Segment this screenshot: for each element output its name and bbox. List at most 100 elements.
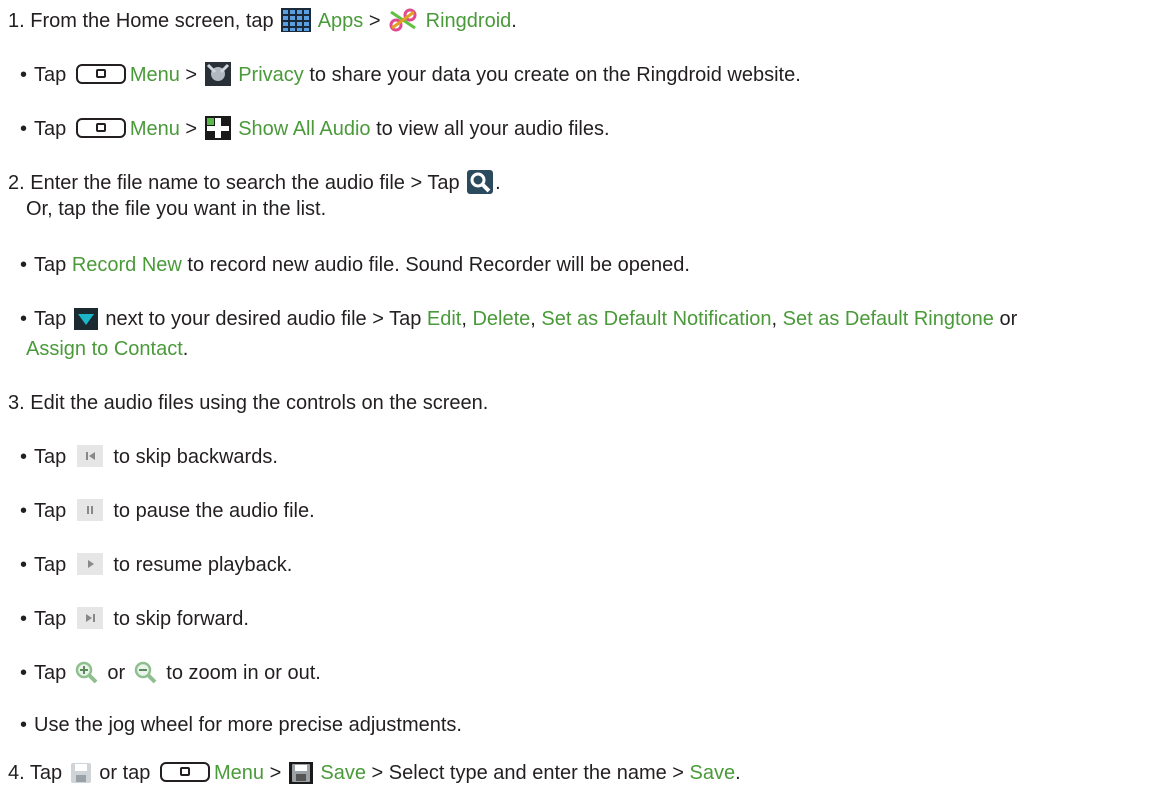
tap-word: Tap (34, 118, 67, 140)
period: . (735, 762, 741, 784)
or-word: or (107, 662, 126, 684)
step-number: 3. (8, 392, 25, 414)
separator: > (185, 64, 198, 86)
tap-word: Tap (34, 446, 67, 468)
step-2-sub-options: • Tap next to your desired audio file > T… (20, 306, 1017, 337)
tap-word: Tap (34, 254, 67, 276)
step-3-sub-zoom: • Tap or to zoom in or out. (20, 660, 321, 691)
step-1-sub-show-all: • Tap Menu > Show All Audio to view all y… (20, 116, 610, 147)
tap-word: Tap (29, 762, 63, 784)
dropdown-arrow-icon (73, 308, 98, 337)
save-link[interactable]: Save (320, 762, 366, 784)
bullet: • (20, 446, 28, 468)
step-text: > Select type and enter the name > (371, 762, 684, 784)
show-all-audio-link[interactable]: Show All Audio (238, 118, 370, 140)
bullet: • (20, 608, 28, 630)
save-icon (70, 762, 92, 791)
or-tap-text: or tap (99, 762, 151, 784)
step-3-sub-play: • Tap to resume playback. (20, 552, 292, 578)
bullet: • (20, 554, 28, 576)
step-1: 1. From the Home screen, tap Apps > Ring… (8, 8, 517, 39)
zoom-out-icon (133, 660, 159, 691)
sub-text: to view all your audio files. (376, 118, 610, 140)
menu-key-icon (75, 118, 126, 138)
step-number: 1. (8, 10, 25, 32)
menu-link[interactable]: Menu (214, 762, 264, 784)
bullet: • (20, 254, 28, 276)
sub-text: next to your desired audio file > Tap (105, 308, 422, 330)
apps-link[interactable]: Apps (318, 10, 364, 32)
sub-text: Use the jog wheel for more precise adjus… (34, 714, 462, 736)
separator: > (185, 118, 198, 140)
tap-word: Tap (34, 608, 67, 630)
step-text: Or, tap the file you want in the list. (26, 198, 327, 220)
assign-to-contact-link[interactable]: Assign to Contact (26, 338, 183, 360)
save-link-2[interactable]: Save (690, 762, 736, 784)
skip-backward-icon (76, 445, 103, 467)
step-2-sub-options-line-2: Assign to Contact. (26, 336, 188, 362)
separator: > (269, 762, 282, 784)
tap-word: Tap (34, 500, 67, 522)
save-icon (288, 762, 313, 791)
ringdroid-link[interactable]: Ringdroid (426, 10, 512, 32)
tap-word: Tap (34, 64, 67, 86)
zoom-in-icon (74, 660, 100, 691)
menu-key-icon (159, 762, 210, 782)
sub-text: to skip forward. (113, 608, 249, 630)
search-icon (467, 170, 494, 201)
sub-text: to skip backwards. (113, 446, 278, 468)
skip-forward-icon (76, 607, 103, 629)
sub-text: to share your data you create on the Rin… (309, 64, 801, 86)
bullet: • (20, 714, 28, 736)
step-4: 4. Tap or tap Menu > Save > Select type … (8, 760, 741, 791)
menu-link[interactable]: Menu (130, 64, 180, 86)
pause-icon (76, 499, 103, 521)
instruction-page: 1. From the Home screen, tap Apps > Ring… (0, 0, 1157, 791)
period: . (495, 172, 501, 194)
show-all-audio-icon (204, 116, 231, 147)
menu-key-icon (75, 64, 126, 84)
step-2-line-2: Or, tap the file you want in the list. (26, 196, 326, 222)
sub-text: to resume playback. (113, 554, 293, 576)
set-default-notification-link[interactable]: Set as Default Notification (541, 308, 771, 330)
period: . (182, 338, 189, 360)
period: . (511, 10, 517, 32)
step-3-sub-jog: • Use the jog wheel for more precise adju… (20, 712, 462, 738)
sub-text: to record new audio file. Sound Recorder… (187, 254, 690, 276)
step-1-sub-privacy: • Tap Menu > Privacy to share your data y… (20, 62, 801, 93)
comma: , (461, 308, 467, 330)
menu-link[interactable]: Menu (130, 118, 180, 140)
step-number: 4. (8, 762, 25, 784)
tap-word: Tap (34, 662, 67, 684)
set-default-ringtone-link[interactable]: Set as Default Ringtone (783, 308, 994, 330)
sub-text: to zoom in or out. (166, 662, 321, 684)
ringdroid-icon (388, 8, 418, 39)
step-text: Edit the audio files using the controls … (30, 392, 489, 414)
record-new-link[interactable]: Record New (72, 254, 182, 276)
step-3: 3. Edit the audio files using the contro… (8, 390, 488, 416)
edit-link[interactable]: Edit (427, 308, 461, 330)
privacy-icon (204, 62, 231, 93)
step-3-sub-skip-back: • Tap to skip backwards. (20, 444, 278, 470)
tap-word: Tap (34, 308, 67, 330)
bullet: • (20, 308, 28, 330)
bullet: • (20, 64, 28, 86)
step-2-sub-record: • Tap Record New to record new audio file… (20, 252, 690, 278)
delete-link[interactable]: Delete (472, 308, 530, 330)
tap-word: Tap (34, 554, 67, 576)
apps-grid-icon (281, 8, 312, 39)
step-3-sub-pause: • Tap to pause the audio file. (20, 498, 315, 524)
step-3-sub-skip-forward: • Tap to skip forward. (20, 606, 249, 632)
step-text: From the Home screen, tap (30, 10, 274, 32)
step-text: Enter the file name to search the audio … (30, 172, 460, 194)
bullet: • (20, 118, 28, 140)
separator: > (368, 10, 381, 32)
privacy-link[interactable]: Privacy (238, 64, 304, 86)
sub-text: to pause the audio file. (113, 500, 315, 522)
play-icon (76, 553, 103, 575)
or-word: or (999, 308, 1018, 330)
bullet: • (20, 500, 28, 522)
bullet: • (20, 662, 28, 684)
step-number: 2. (8, 172, 25, 194)
comma: , (530, 308, 536, 330)
